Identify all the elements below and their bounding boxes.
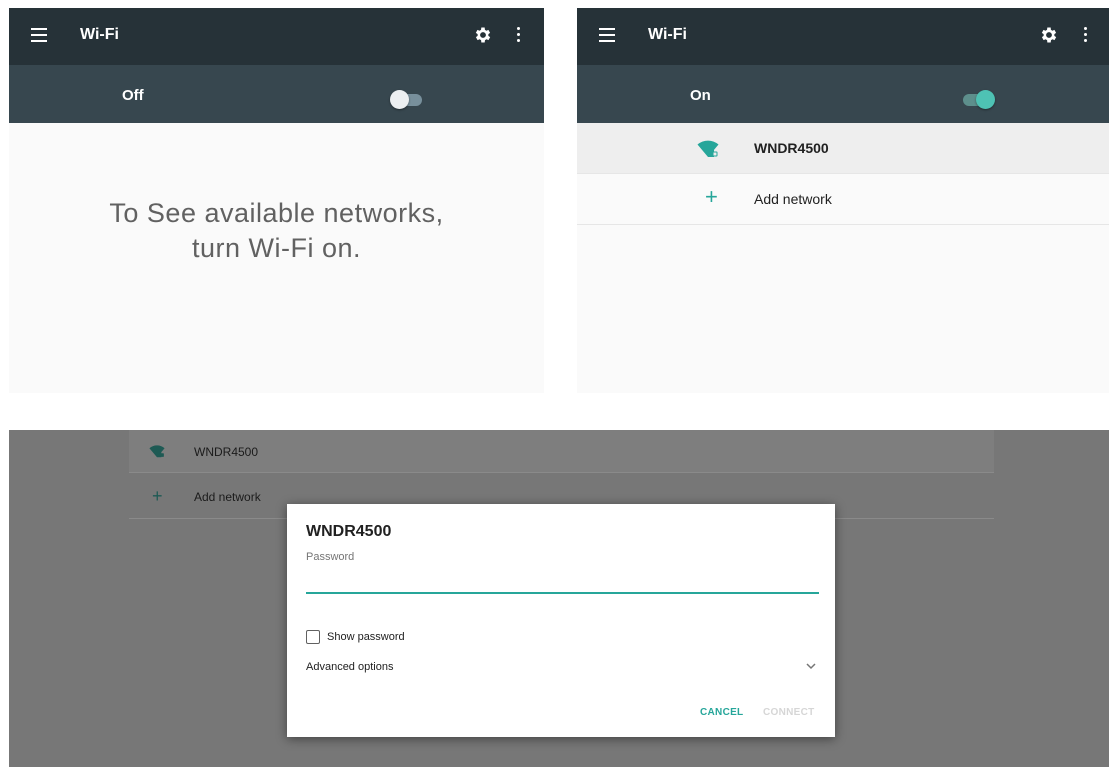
gear-icon[interactable] (1039, 25, 1059, 45)
off-message-line2: turn Wi-Fi on. (191, 233, 362, 263)
app-title: Wi-Fi (648, 26, 687, 43)
hamburger-icon[interactable] (599, 28, 615, 42)
off-message-line1: To See available networks, (109, 198, 444, 228)
wifi-off-panel: Wi-Fi Off To See available networks, tur… (9, 8, 544, 393)
password-input[interactable] (306, 568, 819, 594)
plus-icon: + (152, 486, 163, 506)
connect-button[interactable]: CONNECT (763, 707, 815, 718)
wifi-lock-icon (697, 140, 719, 157)
password-label: Password (306, 551, 355, 563)
more-vert-icon[interactable] (1084, 27, 1088, 43)
gear-icon[interactable] (473, 25, 493, 45)
plus-icon: + (705, 184, 718, 209)
cancel-button[interactable]: CANCEL (700, 707, 743, 718)
add-network-item[interactable]: + Add network (577, 174, 1109, 225)
wifi-toggle[interactable] (390, 90, 422, 109)
wifi-toggle[interactable] (963, 90, 995, 109)
chevron-down-icon[interactable] (805, 661, 817, 671)
show-password-checkbox[interactable] (306, 630, 320, 644)
add-network-label: Add network (754, 191, 832, 207)
wifi-on-panel: Wi-Fi On WNDR4500 + Add network (577, 8, 1109, 393)
more-vert-icon[interactable] (517, 27, 521, 43)
network-name: WNDR4500 (194, 445, 259, 459)
network-item-wndr4500: WNDR4500 (129, 430, 994, 473)
network-name: WNDR4500 (754, 140, 829, 156)
app-title: Wi-Fi (80, 26, 119, 43)
wifi-password-dialog: WNDR4500 Password Show password Advanced… (287, 504, 835, 737)
wifi-lock-icon (149, 445, 165, 458)
add-network-label: Add network (194, 490, 261, 504)
wifi-switch-bar[interactable]: On (577, 65, 1109, 123)
wifi-state-label: On (690, 87, 711, 104)
wifi-switch-bar[interactable]: Off (9, 65, 544, 123)
dialog-title: WNDR4500 (306, 523, 392, 540)
network-item-wndr4500[interactable]: WNDR4500 (577, 123, 1109, 174)
show-password-label[interactable]: Show password (327, 631, 405, 643)
app-bar: Wi-Fi (577, 8, 1109, 65)
wifi-state-label: Off (122, 87, 144, 104)
hamburger-icon[interactable] (31, 28, 47, 42)
advanced-options-label[interactable]: Advanced options (306, 661, 393, 673)
app-bar: Wi-Fi (9, 8, 544, 65)
